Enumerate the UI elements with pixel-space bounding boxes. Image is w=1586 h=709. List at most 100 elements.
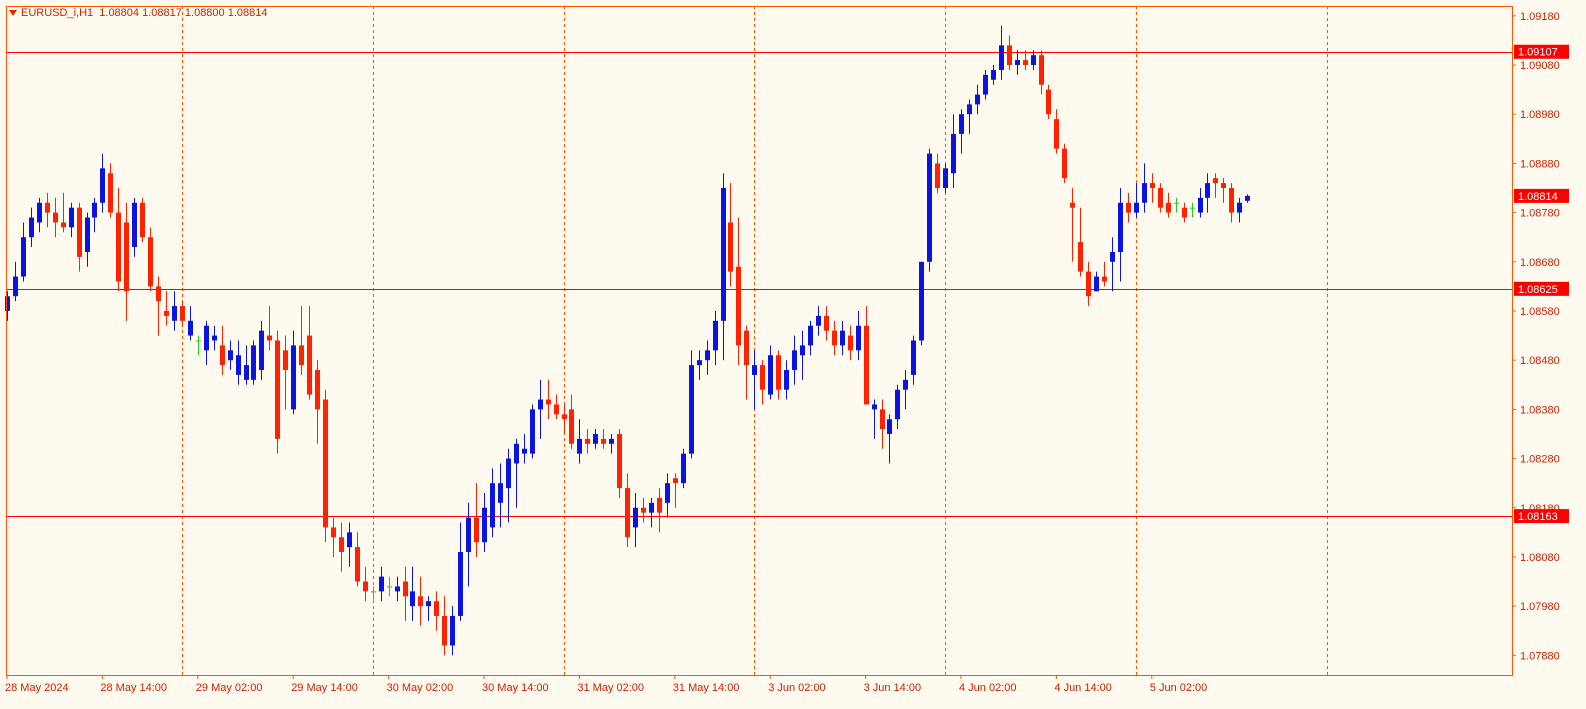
candle-body [768, 355, 773, 395]
candle-body [506, 458, 511, 489]
candle [100, 153, 105, 213]
candle [864, 306, 869, 405]
candle [85, 212, 90, 267]
candle [641, 497, 646, 523]
y-tick-label: 1.08580 [1520, 306, 1560, 318]
y-tick-label: 1.08880 [1520, 158, 1560, 170]
candle [975, 84, 980, 115]
candle-body [156, 286, 161, 302]
candle [1023, 50, 1028, 70]
candle [1198, 188, 1203, 218]
candle-body [355, 547, 360, 582]
candle [617, 429, 622, 498]
y-tick-label: 1.08680 [1520, 257, 1560, 269]
candle-body [13, 276, 18, 297]
candle [275, 330, 280, 454]
candle-body [1229, 188, 1234, 213]
y-tick-label: 1.07980 [1520, 601, 1560, 613]
candle [585, 429, 590, 454]
candle [943, 163, 948, 193]
candle [593, 429, 598, 449]
candle [625, 473, 630, 548]
candle [935, 153, 940, 193]
candle [299, 306, 304, 375]
candle-body [776, 355, 781, 390]
candle-body [1054, 119, 1059, 149]
candle-body [116, 212, 121, 282]
candle-body [1070, 202, 1075, 208]
candle-body [283, 350, 288, 371]
chart-frame [6, 6, 1513, 676]
price-chart[interactable]: 1.09180 1.09080 1.08980 1.08880 1.08780 1.086… [0, 0, 1586, 709]
candle [991, 65, 996, 85]
candle-body [792, 350, 797, 371]
candle-body [1046, 89, 1051, 115]
candle [760, 360, 765, 405]
candle-body [315, 370, 320, 410]
candle-body [760, 365, 765, 390]
candle [410, 566, 415, 621]
y-tick-label: 1.08280 [1520, 454, 1560, 466]
candle [53, 197, 58, 238]
candle [212, 325, 217, 351]
candle-body [617, 433, 622, 489]
candle [1031, 50, 1036, 70]
candle [649, 497, 654, 528]
candle-body [1126, 202, 1131, 213]
period-separators [182, 6, 1328, 675]
candle [228, 340, 233, 371]
candle-body [1237, 202, 1242, 213]
candle-body [1062, 148, 1067, 179]
candle-body [911, 340, 916, 375]
candle [1134, 183, 1139, 218]
candle-body [919, 261, 924, 341]
candle-body [585, 438, 590, 444]
candle [148, 227, 153, 292]
candle [562, 404, 567, 434]
candle [92, 197, 97, 233]
candle [315, 360, 320, 444]
candle [426, 596, 431, 621]
candle-body [1110, 251, 1115, 262]
x-tick-label: 4 Jun 14:00 [1054, 682, 1112, 694]
candle-body [387, 586, 392, 588]
candle [307, 306, 312, 400]
candle [490, 468, 495, 538]
candle-body [856, 325, 861, 351]
candle [116, 188, 121, 292]
candle [713, 310, 718, 366]
candle-body [1142, 183, 1147, 203]
candle [236, 340, 241, 385]
candle [816, 306, 821, 336]
candle-body [887, 419, 892, 434]
candle [1182, 202, 1187, 223]
candle [1174, 197, 1179, 213]
candle-body [347, 532, 352, 548]
candle-body [967, 104, 972, 115]
candle [13, 261, 18, 302]
candle [1094, 271, 1099, 292]
candle [1062, 143, 1067, 184]
candle [1142, 163, 1147, 213]
candle [403, 566, 408, 621]
candle [856, 310, 861, 361]
candle-body [784, 370, 789, 390]
candle [1054, 109, 1059, 154]
candle [1007, 35, 1012, 70]
candle-body [426, 601, 431, 607]
candle [601, 429, 606, 449]
candle-body [800, 345, 805, 356]
candle [927, 148, 932, 272]
candle-body [633, 507, 638, 528]
candle [514, 438, 519, 508]
candle-body [204, 325, 209, 351]
candle [633, 492, 638, 548]
candle [108, 163, 113, 218]
candle [999, 25, 1004, 80]
candle [1221, 178, 1226, 203]
candle-body [100, 168, 105, 203]
candle-body [29, 217, 34, 238]
candle-body [474, 517, 479, 543]
candle-body [1205, 183, 1210, 198]
candle [776, 350, 781, 400]
